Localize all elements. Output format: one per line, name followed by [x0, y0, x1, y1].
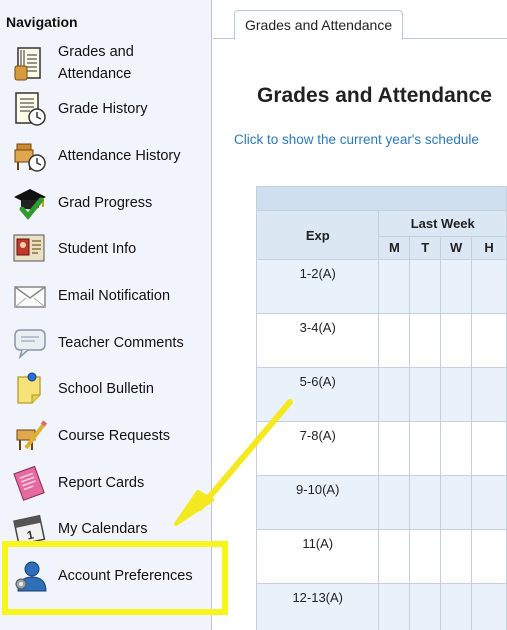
nav-label-report-cards: Report Cards	[58, 475, 145, 491]
account-user-icon	[15, 561, 47, 592]
table-header-bar	[256, 186, 507, 211]
nav-label-grade-history: Grade History	[58, 101, 148, 117]
nav-item-my-calendars[interactable]: 1 My Calendars	[0, 506, 211, 552]
nav-label-grades-and-attendance: Grades and Attendance	[58, 44, 134, 82]
report-card-icon	[13, 465, 45, 501]
table-row: 12-13(A)	[255, 583, 507, 630]
nav-item-report-cards[interactable]: Report Cards	[0, 460, 211, 506]
attendance-cell	[409, 367, 442, 422]
calendar-icon: 1	[13, 514, 46, 546]
attendance-cell	[440, 313, 473, 368]
nav-label-grad-progress: Grad Progress	[58, 195, 153, 211]
nav-label-teacher-comments: Teacher Comments	[58, 335, 184, 351]
attendance-cell	[378, 529, 411, 584]
nav-label-email-notification: Email Notification	[58, 288, 171, 304]
attendance-cell	[409, 475, 442, 530]
attendance-cell	[409, 583, 442, 630]
nav-label-course-requests: Course Requests	[58, 428, 171, 444]
nav-item-attendance-history[interactable]: Attendance History	[0, 133, 211, 179]
navigation-title: Navigation	[6, 14, 78, 30]
period-cell: 3-4(A)	[255, 313, 380, 368]
attendance-cell	[378, 583, 411, 630]
attendance-cell	[471, 529, 507, 584]
nav-label-account-preferences: Account Preferences	[58, 568, 193, 584]
nav-item-grad-progress[interactable]: Grad Progress	[0, 180, 211, 226]
speech-bubble-icon	[14, 329, 46, 360]
grade-history-icon	[15, 92, 46, 126]
period-cell: 11(A)	[255, 529, 380, 584]
attendance-history-icon	[14, 143, 46, 172]
period-cell: 7-8(A)	[255, 421, 380, 476]
gradebook-icon	[14, 47, 41, 81]
day-header: M	[378, 235, 411, 261]
attendance-cell	[378, 259, 411, 314]
attendance-cell	[471, 367, 507, 422]
attendance-cell	[440, 421, 473, 476]
last-week-header: Last Week	[378, 210, 507, 237]
attendance-cell	[378, 367, 411, 422]
course-request-icon	[16, 420, 48, 450]
attendance-cell	[440, 583, 473, 630]
attendance-cell	[471, 313, 507, 368]
attendance-cell	[409, 421, 442, 476]
exp-column-header: Exp	[255, 210, 380, 260]
period-cell: 9-10(A)	[255, 475, 380, 530]
attendance-cell	[471, 259, 507, 314]
period-cell: 1-2(A)	[255, 259, 380, 314]
tab-grades-and-attendance[interactable]: Grades and Attendance	[234, 10, 404, 40]
graduation-cap-icon	[14, 189, 46, 220]
student-id-icon	[13, 234, 45, 262]
table-row: 9-10(A)	[255, 475, 507, 530]
period-cell: 12-13(A)	[255, 583, 380, 630]
nav-item-school-bulletin[interactable]: School Bulletin	[0, 366, 211, 412]
nav-item-student-info[interactable]: Student Info	[0, 226, 211, 272]
nav-label-school-bulletin: School Bulletin	[58, 381, 154, 397]
day-header: T	[409, 235, 442, 261]
attendance-cell	[440, 529, 473, 584]
attendance-cell	[409, 313, 442, 368]
nav-item-grades-and-attendance[interactable]: Grades and Attendance	[0, 40, 211, 88]
table-row: 11(A)	[255, 529, 507, 584]
page-title: Grades and Attendance	[257, 84, 492, 107]
envelope-icon	[14, 286, 46, 308]
bulletin-note-icon	[17, 372, 41, 404]
navigation-sidebar: Navigation Grades and Attendance Grade H…	[0, 0, 212, 630]
nav-label-student-info: Student Info	[58, 241, 137, 257]
table-row: 3-4(A)	[255, 313, 507, 368]
attendance-cell	[409, 529, 442, 584]
nav-label-my-calendars: My Calendars	[58, 521, 148, 537]
attendance-table: Exp Last Week M T W H 1-2(A) 3-4(A) 5-6(…	[255, 186, 507, 630]
attendance-cell	[440, 475, 473, 530]
attendance-cell	[471, 475, 507, 530]
nav-item-grade-history[interactable]: Grade History	[0, 86, 211, 132]
attendance-cell	[378, 421, 411, 476]
nav-item-course-requests[interactable]: Course Requests	[0, 413, 211, 459]
nav-item-teacher-comments[interactable]: Teacher Comments	[0, 320, 211, 366]
nav-item-email-notification[interactable]: Email Notification	[0, 273, 211, 319]
attendance-cell	[471, 421, 507, 476]
period-cell: 5-6(A)	[255, 367, 380, 422]
attendance-cell	[378, 313, 411, 368]
attendance-cell	[471, 583, 507, 630]
attendance-cell	[409, 259, 442, 314]
main-content: Grades and Attendance Grades and Attenda…	[213, 0, 507, 630]
nav-label-attendance-history: Attendance History	[58, 148, 181, 164]
show-schedule-link[interactable]: Click to show the current year's schedul…	[234, 132, 479, 147]
day-header: H	[471, 235, 507, 261]
attendance-cell	[440, 367, 473, 422]
attendance-cell	[440, 259, 473, 314]
attendance-cell	[378, 475, 411, 530]
table-row: 1-2(A)	[255, 259, 507, 314]
table-row: 5-6(A)	[255, 367, 507, 422]
table-row: 7-8(A)	[255, 421, 507, 476]
day-header: W	[440, 235, 473, 261]
tab-strip: Grades and Attendance	[213, 0, 507, 40]
nav-item-account-preferences[interactable]: Account Preferences	[0, 553, 211, 599]
